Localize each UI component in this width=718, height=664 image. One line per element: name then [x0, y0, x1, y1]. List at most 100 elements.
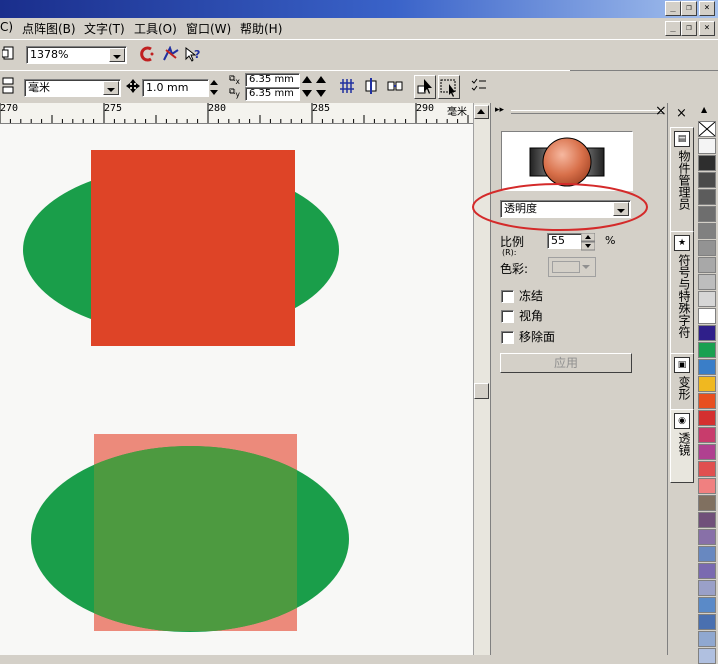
svg-text:?: ?: [194, 48, 200, 61]
rate-spinner[interactable]: [580, 232, 596, 251]
color-swatch[interactable]: [698, 648, 716, 664]
color-swatch[interactable]: [698, 291, 716, 307]
close-button[interactable]: ×: [699, 1, 715, 16]
color-swatch[interactable]: [698, 376, 716, 392]
color-swatch[interactable]: [698, 529, 716, 545]
duplicate-y-value: 6.35 mm: [249, 88, 294, 99]
chevron-down-icon[interactable]: [103, 81, 119, 95]
duplicate-x-spinner[interactable]: [300, 73, 328, 85]
horizontal-ruler[interactable]: 270 275 280 285 290 毫米: [0, 103, 473, 124]
menu-item-help[interactable]: 帮助(H): [240, 20, 282, 37]
menu-item-bitmaps[interactable]: 点阵图(B): [22, 20, 76, 37]
snap-to-guidelines-icon[interactable]: [362, 78, 380, 96]
chevron-down-icon[interactable]: [613, 202, 629, 216]
zoom-level-select[interactable]: 1378%: [26, 46, 127, 64]
docker-tabs: × ▤ 物件管理员 ★ 符号与特殊字符 ▣ 变形 ◉ 透镜: [667, 103, 695, 655]
color-swatch[interactable]: [698, 138, 716, 154]
color-swatch[interactable]: [698, 512, 716, 528]
doc-minimize-button[interactable]: _: [665, 21, 681, 36]
doc-restore-button[interactable]: ❐: [681, 21, 697, 36]
color-swatch[interactable]: [698, 461, 716, 477]
palette-scroll-up-icon[interactable]: ▲: [701, 105, 707, 114]
color-swatch[interactable]: [698, 597, 716, 613]
color-picker-button[interactable]: [548, 257, 596, 277]
tab-lens[interactable]: ◉ 透镜: [670, 409, 694, 483]
whats-this-help-icon[interactable]: ?: [184, 46, 202, 64]
rate-field[interactable]: 55: [547, 233, 582, 249]
color-swatch[interactable]: [698, 240, 716, 256]
docker-grip[interactable]: [511, 110, 663, 114]
color-label: 色彩:: [500, 262, 529, 276]
duplicate-y-field[interactable]: 6.35 mm: [245, 87, 300, 101]
color-swatch[interactable]: [698, 478, 716, 494]
options-checklist-icon[interactable]: [470, 78, 488, 96]
snap-to-grid-icon[interactable]: [338, 78, 356, 96]
scroll-thumb[interactable]: [474, 383, 489, 399]
menu-item-text[interactable]: 文字(T): [84, 20, 125, 37]
frozen-checkbox[interactable]: [501, 290, 514, 303]
color-swatch[interactable]: [698, 444, 716, 460]
color-swatch[interactable]: [698, 155, 716, 171]
snap-to-objects-icon[interactable]: [386, 78, 404, 96]
color-swatch[interactable]: [698, 206, 716, 222]
tabs-close-icon[interactable]: ×: [676, 106, 687, 121]
menu-item-window[interactable]: 窗口(W): [186, 20, 231, 37]
color-swatch[interactable]: [698, 546, 716, 562]
doc-close-button[interactable]: ×: [699, 21, 715, 36]
units-select[interactable]: 毫米: [24, 79, 121, 97]
object-manager-icon: ▤: [674, 131, 690, 147]
tab-object-manager[interactable]: ▤ 物件管理员: [670, 127, 694, 236]
docker-close-icon[interactable]: ×: [655, 103, 667, 119]
application-launcher-icon[interactable]: [162, 45, 180, 64]
tab-symbols[interactable]: ★ 符号与特殊字符: [670, 231, 694, 363]
color-swatch[interactable]: [698, 631, 716, 647]
vertical-scrollbar[interactable]: [473, 103, 490, 655]
drawing-canvas[interactable]: [0, 124, 473, 655]
page-icon[interactable]: [0, 46, 18, 64]
color-swatch[interactable]: [698, 172, 716, 188]
color-swatch[interactable]: [698, 257, 716, 273]
nudge-distance-field[interactable]: 1.0 mm: [142, 79, 209, 97]
chevron-down-icon[interactable]: [109, 48, 125, 62]
nudge-distance-value: 1.0 mm: [146, 81, 189, 94]
color-swatch[interactable]: [698, 495, 716, 511]
page-size-icon[interactable]: [0, 77, 18, 95]
minimize-button[interactable]: _: [665, 1, 681, 16]
color-swatch[interactable]: [698, 410, 716, 426]
color-swatch[interactable]: [698, 223, 716, 239]
restore-button[interactable]: ❐: [681, 1, 697, 16]
treat-as-filled-button[interactable]: [414, 75, 436, 99]
nudge-spinner[interactable]: [208, 79, 220, 97]
color-swatch[interactable]: [698, 325, 716, 341]
viewpoint-checkbox[interactable]: [501, 310, 514, 323]
no-color-swatch[interactable]: [698, 121, 716, 137]
frozen-label: 冻结: [519, 289, 544, 303]
color-swatch[interactable]: [698, 614, 716, 630]
corel-connect-icon[interactable]: [138, 46, 156, 64]
duplicate-y-spinner[interactable]: [300, 87, 328, 99]
color-swatch[interactable]: [698, 427, 716, 443]
color-swatch[interactable]: [698, 359, 716, 375]
scroll-up-button[interactable]: [474, 105, 489, 119]
color-swatch[interactable]: [698, 308, 716, 324]
transform-icon: ▣: [674, 357, 690, 373]
color-swatch[interactable]: [698, 393, 716, 409]
red-rectangle-top[interactable]: [91, 150, 295, 346]
apply-button[interactable]: 应用: [500, 353, 632, 373]
color-swatch[interactable]: [698, 189, 716, 205]
color-swatch[interactable]: [698, 274, 716, 290]
color-swatch[interactable]: [698, 563, 716, 579]
lens-type-select[interactable]: 透明度: [500, 200, 631, 218]
duplicate-x-field[interactable]: 6.35 mm: [245, 73, 300, 87]
rate-sub-label: (R):: [502, 248, 517, 257]
color-swatch[interactable]: [698, 580, 716, 596]
remove-face-checkbox[interactable]: [501, 331, 514, 344]
lens-type-value: 透明度: [504, 202, 537, 215]
menu-item-tools[interactable]: 工具(O): [134, 20, 177, 37]
menu-item-arrange[interactable]: C): [0, 20, 13, 34]
draw-object-properties-button[interactable]: [438, 75, 460, 99]
docker-expand-icon[interactable]: ▸▸: [495, 105, 504, 115]
viewpoint-label: 视角: [519, 309, 544, 323]
standard-toolbar: 1378% ?: [0, 39, 718, 71]
color-swatch[interactable]: [698, 342, 716, 358]
